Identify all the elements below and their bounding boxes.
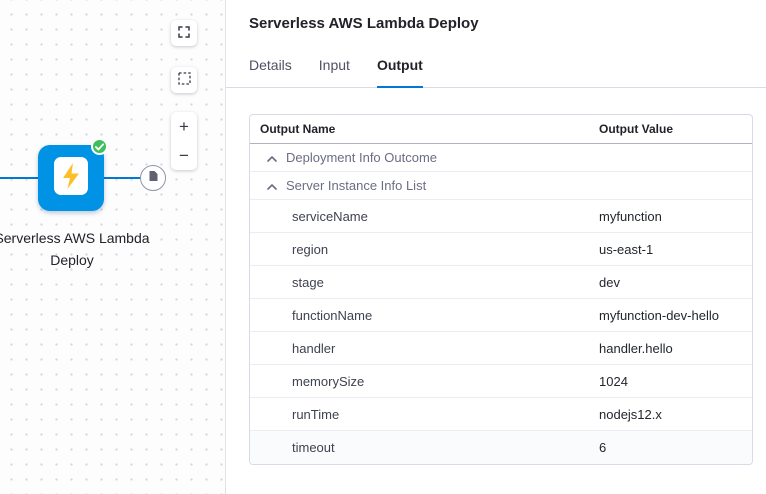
check-icon bbox=[95, 138, 104, 156]
group-label: Server Instance Info List bbox=[286, 178, 426, 193]
group-row-server-instance-info[interactable]: Server Instance Info List bbox=[250, 172, 752, 200]
output-name: timeout bbox=[250, 440, 599, 455]
table-row: memorySize 1024 bbox=[250, 365, 752, 398]
tab-output[interactable]: Output bbox=[377, 57, 423, 88]
output-value: us-east-1 bbox=[599, 242, 752, 257]
node-label: Serverless AWS Lambda Deploy bbox=[0, 227, 153, 271]
tab-bar: Details Input Output bbox=[226, 57, 766, 88]
output-value: myfunction-dev-hello bbox=[599, 308, 752, 323]
table-row: stage dev bbox=[250, 266, 752, 299]
document-icon bbox=[148, 169, 159, 187]
table-row: runTime nodejs12.x bbox=[250, 398, 752, 431]
column-header-output-value: Output Value bbox=[599, 122, 752, 136]
marquee-select-icon bbox=[178, 72, 191, 88]
zoom-controls: + − bbox=[171, 112, 197, 170]
output-name: memorySize bbox=[250, 374, 599, 389]
table-row: serviceName myfunction bbox=[250, 200, 752, 233]
group-row-deployment-info[interactable]: Deployment Info Outcome bbox=[250, 144, 752, 172]
column-header-output-name: Output Name bbox=[250, 122, 599, 136]
table-row: functionName myfunction-dev-hello bbox=[250, 299, 752, 332]
output-name: stage bbox=[250, 275, 599, 290]
table-row: region us-east-1 bbox=[250, 233, 752, 266]
group-label: Deployment Info Outcome bbox=[286, 150, 437, 165]
serverless-lambda-icon bbox=[53, 156, 89, 201]
output-name: runTime bbox=[250, 407, 599, 422]
output-name: region bbox=[250, 242, 599, 257]
output-value: dev bbox=[599, 275, 752, 290]
table-row: handler handler.hello bbox=[250, 332, 752, 365]
zoom-in-icon: + bbox=[179, 118, 189, 135]
fit-to-screen-button[interactable] bbox=[171, 20, 197, 46]
zoom-out-button[interactable]: − bbox=[171, 141, 197, 170]
output-table: Output Name Output Value Deployment Info… bbox=[249, 114, 753, 465]
node-output-port[interactable] bbox=[140, 165, 166, 191]
output-value: myfunction bbox=[599, 209, 752, 224]
output-value: handler.hello bbox=[599, 341, 752, 356]
output-name: functionName bbox=[250, 308, 599, 323]
step-details-panel: Serverless AWS Lambda Deploy Details Inp… bbox=[225, 0, 766, 494]
zoom-in-button[interactable]: + bbox=[171, 112, 197, 141]
expand-icon bbox=[178, 26, 190, 41]
page-title: Serverless AWS Lambda Deploy bbox=[226, 0, 766, 32]
table-row: timeout 6 bbox=[250, 431, 752, 464]
chevron-up-icon bbox=[267, 177, 277, 195]
pipeline-canvas[interactable]: + − Serverless AWS Lambda Deploy bbox=[0, 0, 225, 494]
output-value: 6 bbox=[599, 440, 752, 455]
output-name: serviceName bbox=[250, 209, 599, 224]
marquee-select-button[interactable] bbox=[171, 67, 197, 93]
tab-details[interactable]: Details bbox=[249, 57, 292, 87]
output-value: 1024 bbox=[599, 374, 752, 389]
table-header-row: Output Name Output Value bbox=[250, 115, 752, 144]
zoom-out-icon: − bbox=[179, 147, 189, 164]
chevron-up-icon bbox=[267, 149, 277, 167]
tab-input[interactable]: Input bbox=[319, 57, 350, 87]
status-badge-success bbox=[91, 138, 108, 155]
output-name: handler bbox=[250, 341, 599, 356]
output-value: nodejs12.x bbox=[599, 407, 752, 422]
